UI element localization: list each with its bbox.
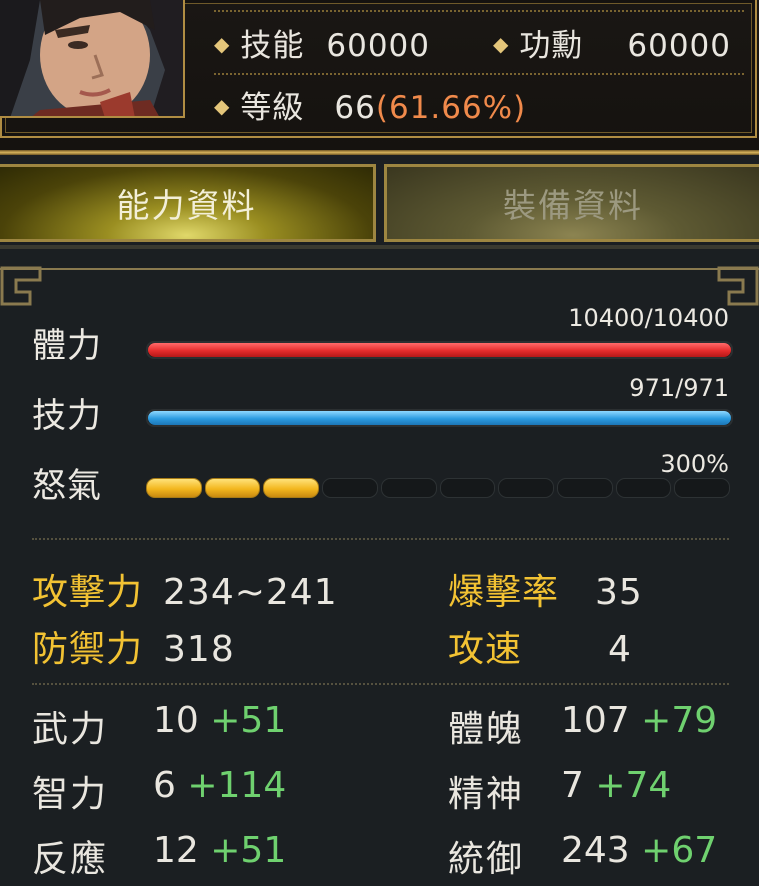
crit-rate-label: 爆擊率 — [448, 572, 560, 613]
attribute-value-intellect: 6 +114 — [153, 765, 286, 806]
attribute-value-command: 243 +67 — [561, 830, 717, 871]
tab-underline — [0, 245, 759, 249]
rage-segment — [204, 478, 261, 498]
defense-stat: 防禦力 318 — [32, 620, 235, 672]
attribute-base: 7 — [561, 765, 584, 806]
attribute-label-spirit: 精神 — [448, 774, 525, 815]
level-stat: ◆ 等級 66(61.66%) — [214, 82, 526, 127]
attribute-bonus: +114 — [187, 765, 287, 806]
level-value: 66 — [334, 90, 376, 126]
merit-stat: ◆ 功勳 60000 — [493, 20, 731, 65]
attribute-label-intellect: 智力 — [32, 774, 109, 815]
tab-equipment-data[interactable]: 裝備資料 — [384, 164, 759, 242]
skill-stat: ◆ 技能 60000 — [214, 20, 430, 65]
portrait-image — [0, 0, 183, 116]
defense-label: 防禦力 — [32, 629, 144, 670]
tab-label: 裝備資料 — [503, 186, 643, 225]
attribute-base: 12 — [153, 830, 199, 871]
diamond-icon: ◆ — [214, 32, 231, 56]
header-separator — [0, 150, 759, 155]
mp-bar — [146, 409, 733, 427]
attribute-base: 107 — [561, 700, 630, 741]
rage-segment — [146, 478, 202, 498]
rage-segment — [380, 478, 437, 498]
crit-rate-value: 35 — [595, 572, 643, 613]
mp-value: 971/971 — [629, 374, 729, 402]
merit-value: 60000 — [627, 28, 732, 64]
crit-rate-stat: 爆擊率 35 — [448, 563, 643, 615]
attack-stat: 攻擊力 234~241 — [32, 563, 338, 615]
attack-label: 攻擊力 — [32, 572, 144, 613]
attribute-bonus: +74 — [595, 765, 672, 806]
rage-label: 怒氣 — [32, 466, 102, 506]
attack-speed-stat: 攻速 4 — [448, 620, 632, 672]
hp-bar — [146, 341, 733, 359]
level-progress-percent: (61.66%) — [375, 90, 527, 126]
rage-value: 300% — [660, 450, 729, 478]
rage-segment — [322, 478, 378, 498]
attribute-value-spirit: 7 +74 — [561, 765, 671, 806]
hp-value: 10400/10400 — [568, 304, 729, 332]
attack-speed-value: 4 — [608, 629, 632, 670]
attribute-label-reaction: 反應 — [32, 839, 109, 880]
attack-speed-label: 攻速 — [448, 629, 523, 670]
header-divider — [214, 10, 744, 12]
rage-segment — [556, 478, 613, 498]
merit-label: 功勳 — [519, 28, 584, 64]
rage-bar — [146, 478, 731, 498]
rage-segment — [439, 478, 496, 498]
mp-bar-fill — [148, 411, 731, 425]
attribute-value-physique: 107 +79 — [561, 700, 717, 741]
mp-label: 技力 — [32, 396, 102, 436]
attribute-bonus: +51 — [210, 700, 287, 741]
level-label: 等級 — [240, 90, 305, 126]
panel-top-border — [0, 268, 759, 274]
attribute-value-strength: 10 +51 — [153, 700, 286, 741]
tab-label: 能力資料 — [116, 186, 257, 225]
attribute-base: 6 — [153, 765, 176, 806]
hp-bar-fill — [148, 343, 731, 357]
rage-segment — [674, 478, 731, 498]
attribute-bonus: +67 — [641, 830, 718, 871]
attribute-label-command: 統御 — [448, 839, 525, 880]
defense-value: 318 — [163, 629, 235, 670]
rage-segment — [498, 478, 554, 498]
attribute-label-strength: 武力 — [32, 709, 109, 750]
rage-segment — [263, 478, 320, 498]
header-divider — [214, 73, 744, 75]
diamond-icon: ◆ — [214, 94, 231, 118]
character-header: ◆ 技能 60000 ◆ 功勳 60000 ◆ 等級 66(61.66%) — [0, 0, 759, 150]
diamond-icon: ◆ — [493, 32, 510, 56]
attack-value: 234~241 — [163, 572, 338, 613]
skill-value: 60000 — [326, 28, 431, 64]
attribute-base: 243 — [561, 830, 630, 871]
attribute-base: 10 — [153, 700, 199, 741]
tab-ability-data[interactable]: 能力資料 — [0, 164, 376, 242]
attribute-label-physique: 體魄 — [448, 709, 525, 750]
attribute-bonus: +79 — [641, 700, 718, 741]
attribute-value-reaction: 12 +51 — [153, 830, 286, 871]
character-portrait[interactable] — [0, 0, 185, 118]
section-divider — [32, 683, 729, 685]
rage-segment — [615, 478, 672, 498]
section-divider — [32, 538, 729, 540]
corner-ornament-left-icon — [0, 266, 42, 306]
attribute-bonus: +51 — [210, 830, 287, 871]
skill-label: 技能 — [240, 28, 305, 64]
hp-label: 體力 — [32, 326, 102, 366]
